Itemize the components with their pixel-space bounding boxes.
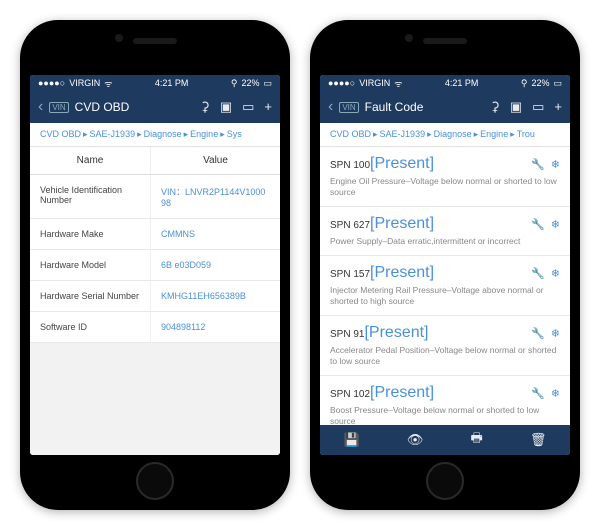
- vin-badge[interactable]: VIN: [339, 102, 358, 113]
- breadcrumb[interactable]: CVD OBD▸SAE-J1939▸Diagnose▸Engine▸Sys: [30, 123, 280, 147]
- freeze-icon[interactable]: ❄: [551, 267, 560, 280]
- bluetooth-icon: ⚲: [521, 78, 528, 89]
- battery-icon: ▭: [553, 78, 562, 89]
- add-icon[interactable]: +: [264, 99, 272, 115]
- bottom-toolbar: 💾 👁 🖶 🗑: [320, 425, 570, 455]
- table-row[interactable]: Vehicle Identification NumberVIN：LNVR2P1…: [30, 175, 280, 219]
- bc-item[interactable]: Sys: [227, 129, 242, 139]
- view-icon[interactable]: 👁: [407, 432, 424, 448]
- wrench-icon[interactable]: 🔧: [531, 218, 545, 231]
- fault-item[interactable]: SPN 91[Present]🔧❄ Accelerator Pedal Posi…: [320, 316, 570, 376]
- col-name: Name: [30, 147, 150, 174]
- add-icon[interactable]: +: [554, 99, 562, 115]
- page-title: Fault Code: [365, 100, 485, 114]
- clock-label: 4:21 PM: [445, 78, 479, 88]
- freeze-icon[interactable]: ❄: [551, 387, 560, 400]
- card-icon[interactable]: ▣: [220, 99, 232, 115]
- fault-item[interactable]: SPN 157[Present]🔧❄ Injector Metering Rai…: [320, 256, 570, 316]
- bc-item[interactable]: Engine: [190, 129, 218, 139]
- fault-item[interactable]: SPN 100[Present]🔧❄ Engine Oil Pressure–V…: [320, 147, 570, 207]
- wrench-icon[interactable]: 🔧: [531, 327, 545, 340]
- bc-item[interactable]: SAE-J1939: [380, 129, 426, 139]
- home-button[interactable]: [426, 462, 464, 500]
- carrier-label: VIRGIN: [359, 78, 390, 88]
- screen-right: ●●●●○ VIRGIN ᯤ 4:21 PM ⚲ 22% ▭ ‹ VIN Fau…: [320, 75, 570, 455]
- battery-icon: ▭: [263, 78, 272, 89]
- content-area: Name Value Vehicle Identification Number…: [30, 147, 280, 455]
- status-bar: ●●●●○ VIRGIN ᯤ 4:21 PM ⚲ 22% ▭: [320, 75, 570, 91]
- bc-item[interactable]: Diagnose: [434, 129, 472, 139]
- col-value: Value: [150, 147, 280, 174]
- content-area: SPN 100[Present]🔧❄ Engine Oil Pressure–V…: [320, 147, 570, 425]
- fault-item[interactable]: SPN 627[Present]🔧❄ Power Supply–Data err…: [320, 207, 570, 256]
- bc-item[interactable]: Diagnose: [144, 129, 182, 139]
- fault-item[interactable]: SPN 102[Present]🔧❄ Boost Pressure–Voltag…: [320, 376, 570, 425]
- nav-bar: ‹ VIN Fault Code ⚳ ▣ ▭ +: [320, 91, 570, 123]
- page-title: CVD OBD: [75, 100, 195, 114]
- wifi-icon: ᯤ: [104, 77, 112, 90]
- signal-dots-icon: ●●●●○: [328, 78, 355, 88]
- table-header: Name Value: [30, 147, 280, 175]
- bluetooth-nav-icon[interactable]: ⚳: [490, 99, 500, 115]
- back-icon[interactable]: ‹: [328, 98, 333, 116]
- bluetooth-icon: ⚲: [231, 78, 238, 89]
- battery-label: 22%: [241, 78, 259, 88]
- camera-icon[interactable]: ▭: [242, 99, 254, 115]
- bc-item[interactable]: CVD OBD: [330, 129, 371, 139]
- breadcrumb[interactable]: CVD OBD▸SAE-J1939▸Diagnose▸Engine▸Trou: [320, 123, 570, 147]
- bc-item[interactable]: Engine: [480, 129, 508, 139]
- signal-dots-icon: ●●●●○: [38, 78, 65, 88]
- bluetooth-nav-icon[interactable]: ⚳: [200, 99, 210, 115]
- wrench-icon[interactable]: 🔧: [531, 267, 545, 280]
- wifi-icon: ᯤ: [394, 77, 402, 90]
- vin-badge[interactable]: VIN: [49, 102, 68, 113]
- table-row[interactable]: Hardware MakeCMMNS: [30, 219, 280, 250]
- phone-right: ●●●●○ VIRGIN ᯤ 4:21 PM ⚲ 22% ▭ ‹ VIN Fau…: [310, 20, 580, 510]
- clock-label: 4:21 PM: [155, 78, 189, 88]
- phone-left: ●●●●○ VIRGIN ᯤ 4:21 PM ⚲ 22% ▭ ‹ VIN CVD…: [20, 20, 290, 510]
- camera-icon[interactable]: ▭: [532, 99, 544, 115]
- table-row[interactable]: Hardware Serial NumberKMHG11EH656389B: [30, 281, 280, 312]
- wrench-icon[interactable]: 🔧: [531, 158, 545, 171]
- bc-item[interactable]: SAE-J1939: [90, 129, 136, 139]
- bc-item[interactable]: CVD OBD: [40, 129, 81, 139]
- bc-item[interactable]: Trou: [517, 129, 535, 139]
- wrench-icon[interactable]: 🔧: [531, 387, 545, 400]
- freeze-icon[interactable]: ❄: [551, 327, 560, 340]
- back-icon[interactable]: ‹: [38, 98, 43, 116]
- nav-bar: ‹ VIN CVD OBD ⚳ ▣ ▭ +: [30, 91, 280, 123]
- save-icon[interactable]: 💾: [344, 432, 360, 448]
- table-row[interactable]: Software ID904898112: [30, 312, 280, 343]
- table-row[interactable]: Hardware Model6B e03D059: [30, 250, 280, 281]
- carrier-label: VIRGIN: [69, 78, 100, 88]
- clear-icon[interactable]: 🗑: [530, 432, 547, 448]
- freeze-icon[interactable]: ❄: [551, 158, 560, 171]
- print-icon[interactable]: 🖶: [471, 429, 483, 451]
- freeze-icon[interactable]: ❄: [551, 218, 560, 231]
- battery-label: 22%: [531, 78, 549, 88]
- home-button[interactable]: [136, 462, 174, 500]
- card-icon[interactable]: ▣: [510, 99, 522, 115]
- status-bar: ●●●●○ VIRGIN ᯤ 4:21 PM ⚲ 22% ▭: [30, 75, 280, 91]
- screen-left: ●●●●○ VIRGIN ᯤ 4:21 PM ⚲ 22% ▭ ‹ VIN CVD…: [30, 75, 280, 455]
